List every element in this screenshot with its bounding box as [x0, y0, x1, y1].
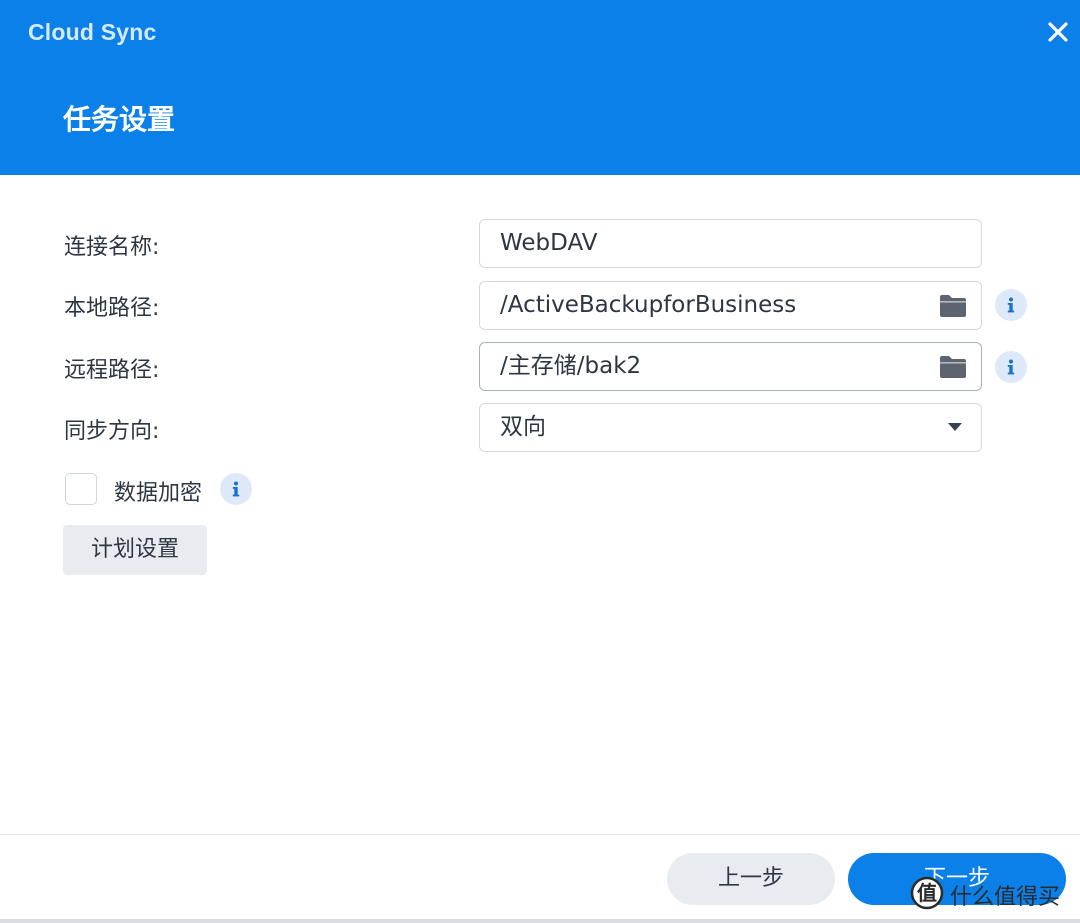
schedule-settings-button[interactable]: 计划设置	[63, 525, 207, 575]
remote-path-info-icon[interactable]	[995, 351, 1027, 383]
local-path-info-icon[interactable]	[995, 289, 1027, 321]
app-title: Cloud Sync	[28, 19, 157, 45]
connection-name-label: 连接名称:	[64, 235, 160, 260]
encryption-checkbox[interactable]	[65, 473, 97, 505]
local-path-value: /ActiveBackupforBusiness	[500, 292, 797, 318]
sync-direction-label: 同步方向:	[64, 419, 160, 444]
local-path-label: 本地路径:	[64, 296, 160, 321]
remote-path-field[interactable]: /主存储/bak2	[479, 342, 982, 391]
watermark-text: 什么值得买	[950, 885, 1061, 910]
folder-icon[interactable]	[939, 355, 967, 379]
connection-name-value: WebDAV	[500, 230, 598, 256]
sync-direction-value: 双向	[500, 414, 546, 440]
window-bottom-edge	[0, 919, 1080, 923]
watermark-logo-icon: 值	[910, 876, 944, 910]
page-title: 任务设置	[63, 103, 176, 136]
sync-direction-select[interactable]: 双向	[479, 403, 982, 452]
caret-down-icon	[948, 423, 962, 431]
encryption-info-icon[interactable]	[220, 473, 252, 505]
local-path-field[interactable]: /ActiveBackupforBusiness	[479, 281, 982, 330]
svg-text:值: 值	[917, 881, 937, 905]
remote-path-value: /主存储/bak2	[500, 353, 642, 379]
connection-name-field[interactable]: WebDAV	[479, 219, 982, 268]
folder-icon[interactable]	[939, 294, 967, 318]
footer-divider	[0, 834, 1080, 835]
previous-button[interactable]: 上一步	[667, 853, 835, 905]
close-icon[interactable]	[1040, 14, 1076, 50]
remote-path-label: 远程路径:	[64, 358, 160, 383]
close-button[interactable]	[1040, 14, 1076, 50]
dialog-header: Cloud Sync 任务设置	[0, 0, 1080, 175]
encryption-label: 数据加密	[114, 481, 203, 506]
